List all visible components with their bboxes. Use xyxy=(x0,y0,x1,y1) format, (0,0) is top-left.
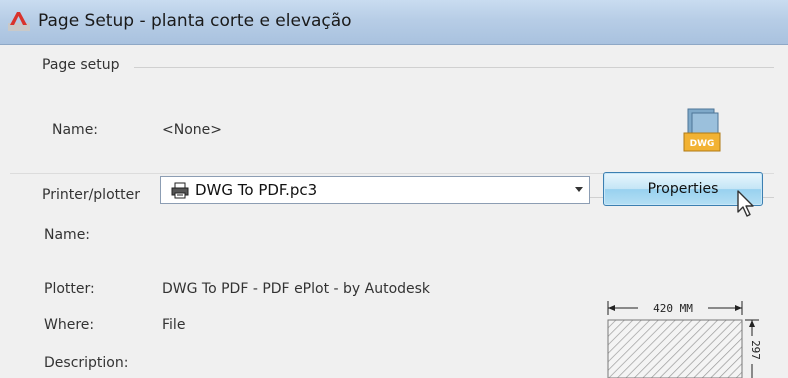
plotter-label: Plotter: xyxy=(44,281,95,297)
printer-name-label: Name: xyxy=(44,227,91,243)
page-setup-name-label: Name: xyxy=(52,122,99,138)
page-setup-group-label: Page setup xyxy=(42,57,120,73)
where-label: Where: xyxy=(44,317,95,333)
mouse-pointer-icon xyxy=(737,190,754,217)
autocad-app-icon xyxy=(8,12,30,31)
printer-group-label: Printer/plotter xyxy=(42,187,140,203)
dwg-file-icon: DWG xyxy=(683,108,721,152)
preview-width-text: 420 MM xyxy=(653,302,693,315)
plotter-value: DWG To PDF - PDF ePlot - by Autodesk xyxy=(162,281,431,297)
window-title: Page Setup - planta corte e elevação xyxy=(38,11,352,31)
printer-select[interactable]: DWG To PDF.pc3 xyxy=(160,176,590,204)
title-bar[interactable]: Page Setup - planta corte e elevação xyxy=(0,0,788,45)
dialog-body: Page setup Name: <None> DWG Printer/plot… xyxy=(0,45,788,378)
paper-preview: 420 MM 297 xyxy=(607,301,762,378)
page-setup-divider xyxy=(134,67,774,68)
where-value: File xyxy=(162,317,186,333)
description-label: Description: xyxy=(44,355,129,371)
chevron-down-icon[interactable] xyxy=(575,187,583,192)
preview-height-text: 297 xyxy=(749,340,762,360)
svg-text:DWG: DWG xyxy=(690,139,715,149)
page-setup-name-value: <None> xyxy=(162,122,222,138)
selected-printer: DWG To PDF.pc3 xyxy=(195,181,318,199)
printer-icon xyxy=(171,182,189,199)
